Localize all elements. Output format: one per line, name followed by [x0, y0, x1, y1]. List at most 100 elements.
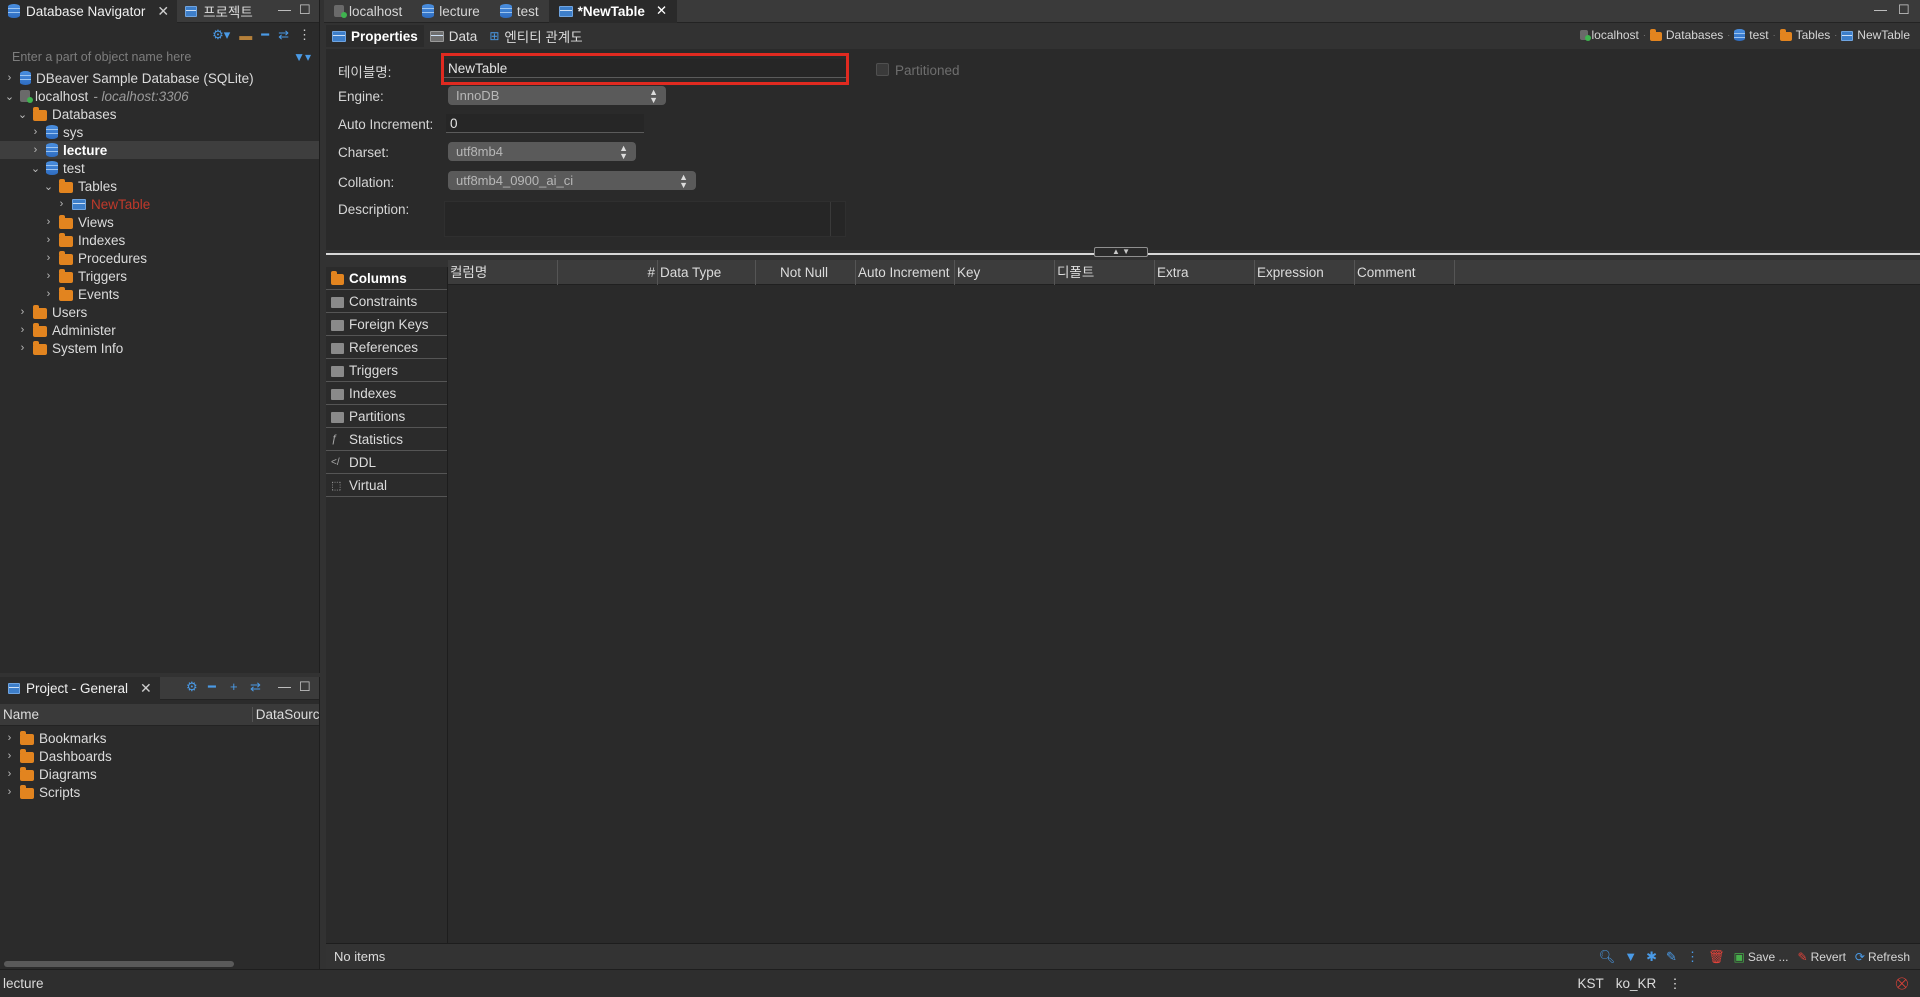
column-header[interactable]: Expression	[1255, 259, 1355, 285]
chevron-right-icon[interactable]: ›	[30, 126, 41, 138]
side-tab-ddl[interactable]: </ DDL	[326, 451, 447, 474]
column-header[interactable]: Data Type	[658, 259, 756, 285]
tree-item-users[interactable]: › Users	[0, 303, 319, 321]
notification-icon[interactable]: ⛒	[1896, 976, 1908, 991]
editor-tab-test[interactable]: test	[490, 0, 549, 23]
side-tab-columns[interactable]: Columns	[326, 267, 447, 290]
filter-icon[interactable]: ▼▾	[293, 50, 311, 64]
configure-icon[interactable]: ⚙	[186, 679, 198, 695]
chevron-down-icon[interactable]: ⌄	[30, 162, 41, 175]
project-item-bookmarks[interactable]: › Bookmarks	[0, 729, 319, 747]
side-tab-indexes[interactable]: Indexes	[326, 382, 447, 405]
side-tab-references[interactable]: References	[326, 336, 447, 359]
tree-item-sys[interactable]: › sys	[0, 123, 319, 141]
tree-item-procedures[interactable]: › Procedures	[0, 249, 319, 267]
chevron-right-icon[interactable]: ›	[17, 342, 28, 354]
filter-input[interactable]: Enter a part of object name here	[12, 50, 191, 64]
side-tab-constraints[interactable]: Constraints	[326, 290, 447, 313]
chevron-right-icon[interactable]: ›	[4, 732, 15, 744]
editor-tab-newtable[interactable]: *NewTable ✕	[548, 0, 678, 23]
add-icon[interactable]: +	[230, 679, 238, 694]
chevron-right-icon[interactable]: ›	[4, 750, 15, 762]
editor-tab-lecture[interactable]: lecture	[412, 0, 490, 23]
chevron-right-icon[interactable]: ›	[56, 198, 67, 210]
tree-item-databases[interactable]: ⌄ Databases	[0, 105, 319, 123]
tree-item-views[interactable]: › Views	[0, 213, 319, 231]
search-icon[interactable]: 🔍︎	[1599, 949, 1616, 965]
view-menu-icon[interactable]: ⋮	[298, 27, 311, 43]
status-locale[interactable]: ko_KR	[1616, 976, 1657, 991]
auto-increment-input[interactable]: 0	[446, 114, 644, 133]
chevron-right-icon[interactable]: ›	[43, 270, 54, 282]
editor-tab-localhost[interactable]: localhost	[324, 0, 412, 23]
column-header[interactable]: #	[558, 259, 658, 285]
new-folder-icon[interactable]: ▬	[239, 28, 252, 43]
maximize-icon[interactable]: ☐	[1898, 2, 1910, 18]
chevron-right-icon[interactable]: ›	[43, 288, 54, 300]
close-icon[interactable]: ✕	[656, 3, 667, 19]
side-tab-virtual[interactable]: ⬚ Virtual	[326, 474, 447, 497]
settings-icon[interactable]: ✱	[1646, 949, 1657, 965]
chevron-right-icon[interactable]: ›	[30, 144, 41, 156]
minimize-icon[interactable]: —	[278, 679, 291, 694]
chevron-right-icon[interactable]: ›	[4, 72, 15, 84]
breadcrumb-test[interactable]: test	[1734, 28, 1769, 42]
navigator-filter[interactable]: Enter a part of object name here ▼▾	[0, 47, 319, 67]
project-item-diagrams[interactable]: › Diagrams	[0, 765, 319, 783]
chevron-right-icon[interactable]: ›	[17, 306, 28, 318]
chevron-right-icon[interactable]: ›	[17, 324, 28, 336]
chevron-down-icon[interactable]: ⌄	[17, 108, 28, 121]
description-textarea[interactable]	[444, 201, 846, 237]
collapse-all-icon[interactable]: ━	[261, 27, 269, 43]
status-timezone[interactable]: KST	[1577, 976, 1603, 991]
save-button[interactable]: ▣ Save ...	[1733, 950, 1788, 964]
side-tab-triggers[interactable]: Triggers	[326, 359, 447, 382]
subtab-er-diagram[interactable]: ⊞ 엔티티 관계도	[483, 25, 588, 47]
breadcrumb-newtable[interactable]: NewTable	[1841, 28, 1910, 42]
engine-select[interactable]: InnoDB ▲ ▼	[448, 86, 666, 105]
sash-toggle-icon[interactable]: ▲ ▼	[1094, 247, 1148, 257]
tree-item-tables[interactable]: ⌄ Tables	[0, 177, 319, 195]
collapse-all-icon[interactable]: ━	[208, 679, 216, 695]
link-editor-icon[interactable]: ⇄	[278, 27, 289, 43]
chevron-right-icon[interactable]: ›	[43, 234, 54, 246]
close-icon[interactable]: ✕	[140, 680, 152, 697]
tree-item-localhost[interactable]: ⌄ localhost - localhost:3306	[0, 87, 319, 105]
side-tab-partitions[interactable]: Partitions	[326, 405, 447, 428]
column-header[interactable]: Comment	[1355, 259, 1455, 285]
side-tab-statistics[interactable]: ƒ Statistics	[326, 428, 447, 451]
minimize-icon[interactable]: —	[278, 2, 291, 17]
tree-item-sample-db[interactable]: › DBeaver Sample Database (SQLite)	[0, 69, 319, 87]
subtab-properties[interactable]: Properties	[326, 25, 424, 47]
refresh-button[interactable]: ⟳ Refresh	[1855, 950, 1910, 964]
tree-item-events[interactable]: › Events	[0, 285, 319, 303]
delete-icon[interactable]: 🗑︎	[1708, 949, 1725, 965]
charset-select[interactable]: utf8mb4 ▲ ▼	[448, 142, 636, 161]
project-item-scripts[interactable]: › Scripts	[0, 783, 319, 801]
tab-database-navigator[interactable]: Database Navigator ✕	[0, 0, 178, 23]
column-header-name[interactable]: Name	[0, 707, 253, 722]
minimize-icon[interactable]: —	[1874, 2, 1887, 17]
partitioned-checkbox[interactable]	[876, 63, 889, 76]
chevron-right-icon[interactable]: ›	[4, 768, 15, 780]
chevron-right-icon[interactable]: ›	[43, 216, 54, 228]
tree-item-administer[interactable]: › Administer	[0, 321, 319, 339]
breadcrumb-databases[interactable]: Databases	[1649, 28, 1723, 42]
project-item-dashboards[interactable]: › Dashboards	[0, 747, 319, 765]
link-editor-icon[interactable]: ⇄	[250, 679, 261, 695]
status-menu-icon[interactable]: ⋮	[1668, 976, 1682, 992]
tree-item-lecture[interactable]: › lecture	[0, 141, 319, 159]
maximize-icon[interactable]: ☐	[299, 679, 311, 695]
tree-item-triggers[interactable]: › Triggers	[0, 267, 319, 285]
maximize-icon[interactable]: ☐	[299, 2, 311, 18]
subtab-data[interactable]: Data	[424, 25, 484, 47]
breadcrumb-tables[interactable]: Tables	[1779, 28, 1830, 42]
chevron-down-icon[interactable]: ⌄	[43, 180, 54, 193]
chevron-down-icon[interactable]: ⌄	[4, 90, 15, 103]
new-connection-icon[interactable]: ⚙▾	[212, 27, 230, 43]
tree-item-newtable[interactable]: › NewTable	[0, 195, 319, 213]
side-tab-foreign-keys[interactable]: Foreign Keys	[326, 313, 447, 336]
collation-select[interactable]: utf8mb4_0900_ai_ci ▲ ▼	[448, 171, 696, 190]
column-header-datasource[interactable]: DataSourc	[253, 707, 319, 722]
column-header[interactable]: 디폴트	[1055, 259, 1155, 285]
